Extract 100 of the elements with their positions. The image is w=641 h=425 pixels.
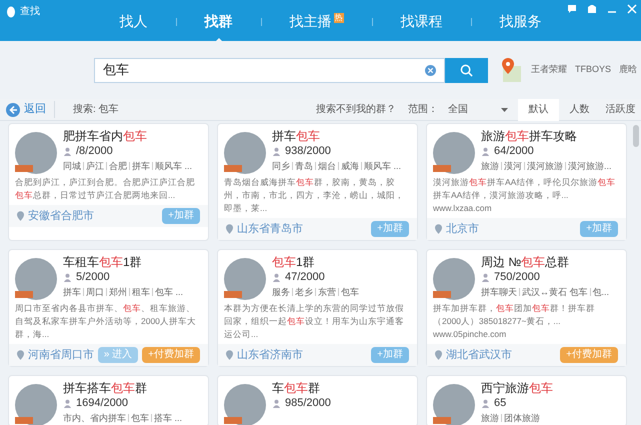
member-count: 5/2000	[76, 270, 110, 285]
level-badge-icon	[224, 165, 242, 172]
nav-tab[interactable]: 找课程	[400, 1, 442, 42]
hot-word-link[interactable]: TFBOYS	[575, 63, 612, 77]
members-icon	[63, 147, 72, 156]
avatar-placeholder	[433, 258, 475, 300]
group-tag: 包...	[592, 285, 610, 299]
group-tag: 东营	[318, 285, 336, 299]
nav-tab[interactable]: 找人	[120, 1, 148, 42]
level-badge-icon	[224, 417, 242, 424]
join-button[interactable]: +加群	[371, 347, 409, 363]
group-tag: 拼车聊天	[481, 285, 517, 299]
group-name: 周边 №包车总群	[481, 255, 570, 269]
avatar-placeholder	[224, 384, 266, 425]
group-name: 拼车搭车包车群	[63, 381, 147, 395]
group-tag: 郑州	[109, 285, 127, 299]
nav-tab[interactable]: 找服务	[500, 1, 542, 42]
join-button[interactable]: +付费加群	[142, 347, 200, 363]
members-icon	[481, 147, 490, 156]
group-tag: 漠河旅游...	[568, 159, 612, 173]
group-description: 拼车加拼车群，包车团加包车群！拼车群（2000人）385018277~黄石，... www.05pinche.com	[433, 303, 595, 339]
group-name: 肥拼车省内包车	[63, 129, 147, 143]
group-tag: 老乡	[295, 285, 313, 299]
clear-icon[interactable]	[425, 64, 436, 76]
group-location: 河南省周口市	[28, 348, 94, 363]
window-title: 查找	[20, 4, 40, 19]
location-pin-icon	[17, 350, 24, 360]
nav-tab[interactable]: 找群	[204, 1, 232, 42]
hot-badge: 热	[334, 12, 344, 22]
group-location: 山东省济南市	[237, 348, 303, 363]
group-tag: 青岛	[295, 159, 313, 173]
avatar-placeholder	[224, 258, 266, 300]
join-button[interactable]: +付费加群	[560, 347, 618, 363]
group-tag: 市内、省内拼车	[63, 411, 126, 425]
group-location: 北京市	[446, 222, 479, 237]
group-tag: 拼车	[132, 159, 150, 173]
members-icon	[481, 273, 490, 282]
search-query: 搜索: 包车	[73, 102, 119, 117]
group-tag: 漠河	[504, 159, 522, 173]
group-name: 车包车群	[272, 381, 320, 395]
group-tag: 合肥	[109, 159, 127, 173]
group-tag: 搭车 ...	[154, 411, 182, 425]
skin-icon[interactable]	[587, 4, 597, 14]
group-tag: 旅游	[481, 411, 499, 425]
level-badge-icon	[15, 417, 33, 424]
back-button[interactable]: 返回	[0, 101, 55, 118]
join-button[interactable]: +加群	[580, 221, 618, 237]
scrollbar-thumb[interactable]	[633, 125, 639, 147]
search-icon	[460, 64, 473, 76]
join-button[interactable]: » 进入	[98, 347, 138, 363]
group-tag: 旅游	[481, 159, 499, 173]
search-button[interactable]	[445, 58, 488, 82]
avatar-placeholder	[15, 258, 57, 300]
members-icon	[272, 273, 281, 282]
avatar-placeholder	[15, 132, 57, 174]
group-location: 安徽省合肥市	[28, 208, 94, 224]
location-pin-icon	[435, 350, 442, 360]
location-pin-icon	[226, 350, 233, 360]
group-description: 周口市至省内各县市拼车、包车、租车旅游、自驾及私家车拼车户外活动等，2000人拼车大群，海...	[15, 303, 196, 339]
group-name: 旅游包车拼车攻略	[481, 129, 577, 143]
group-name: 包车1群	[272, 255, 315, 269]
hot-word-link[interactable]: 王者荣耀	[531, 63, 567, 77]
sort-tab[interactable]: 默认	[518, 98, 559, 120]
join-button[interactable]: +加群	[162, 208, 200, 224]
avatar-placeholder	[224, 132, 266, 174]
member-count: /8/2000	[76, 144, 113, 159]
members-icon	[63, 399, 72, 408]
member-count: 750/2000	[494, 270, 540, 285]
join-button[interactable]: +加群	[371, 221, 409, 237]
chat-icon[interactable]	[567, 4, 577, 14]
group-tag: 包车 ...	[155, 285, 184, 299]
avatar-placeholder	[15, 384, 57, 425]
sort-tab[interactable]: 人数	[559, 98, 600, 120]
level-badge-icon	[433, 165, 451, 172]
group-tag: 租车	[132, 285, 150, 299]
scope-dropdown[interactable]: 全国	[448, 102, 508, 117]
location-pin-icon	[435, 224, 442, 234]
group-location: 山东省青岛市	[237, 222, 303, 237]
level-badge-icon	[224, 291, 242, 298]
sort-tab[interactable]: 活跃度	[600, 98, 641, 120]
search-field[interactable]: 包车	[94, 58, 445, 82]
nav-tab[interactable]: 找主播 热	[290, 1, 344, 42]
group-description: 合肥到庐江，庐江到合肥。合肥庐江庐江合肥 包车总群，日常过节庐江合肥两地来回...	[15, 177, 195, 200]
location-pin-icon	[226, 224, 233, 234]
group-tag: 拼车	[63, 285, 81, 299]
avatar-placeholder	[433, 384, 475, 425]
member-count: 1694/2000	[76, 396, 128, 411]
avatar-placeholder	[433, 132, 475, 174]
members-icon	[481, 399, 490, 408]
member-count: 938/2000	[285, 144, 331, 159]
level-badge-icon	[433, 291, 451, 298]
not-found-link[interactable]: 搜索不到我的群？	[316, 102, 396, 117]
back-arrow-icon	[6, 102, 20, 116]
hot-word-link[interactable]: 鹿晗	[619, 63, 638, 77]
group-name: 车租车包车1群	[63, 255, 142, 269]
members-icon	[272, 399, 281, 408]
level-badge-icon	[433, 417, 451, 424]
close-icon[interactable]	[627, 4, 637, 14]
map-pin-icon[interactable]	[501, 58, 521, 82]
member-count: 985/2000	[285, 396, 331, 411]
